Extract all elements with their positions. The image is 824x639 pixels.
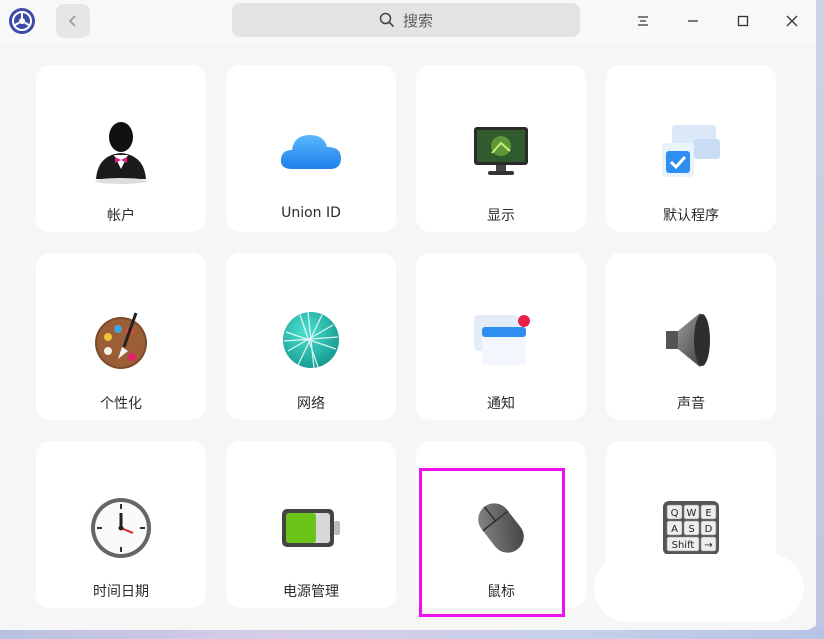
titlebar: 搜索 [0, 0, 816, 44]
search-placeholder: 搜索 [402, 11, 433, 30]
module-label: 通知 [487, 396, 515, 412]
palette-icon [95, 312, 147, 369]
module-power[interactable]: 电源管理 [226, 441, 396, 608]
obscuring-overlay [594, 554, 804, 622]
module-label: 网络 [297, 396, 325, 412]
desktop-background-right [816, 0, 824, 639]
cloud-icon [280, 135, 341, 169]
module-default-apps[interactable]: 默认程序 [606, 65, 776, 232]
module-label: 声音 [677, 396, 705, 412]
notification-icon [474, 315, 530, 365]
network-globe-icon [283, 311, 339, 369]
control-center-window: 搜索 帐户 Union ID 显示 默认程序 个性化 网络 通知 声音 时间日期… [0, 0, 816, 630]
back-button[interactable] [56, 4, 90, 38]
key-a: A [671, 524, 678, 535]
mouse-icon [478, 503, 524, 553]
app-logo-icon [9, 8, 35, 34]
module-label: 帐户 [107, 208, 135, 224]
module-label: 时间日期 [93, 584, 149, 600]
key-w: W [687, 508, 697, 519]
module-mouse[interactable]: 鼠标 [416, 441, 586, 608]
maximize-icon [737, 15, 749, 27]
menu-button[interactable] [626, 4, 660, 38]
key-s: S [688, 524, 694, 535]
chevron-left-icon [68, 15, 76, 27]
minimize-icon [688, 20, 698, 22]
search-input[interactable]: 搜索 [232, 3, 580, 37]
module-sound[interactable]: 声音 [606, 253, 776, 420]
module-datetime[interactable]: 时间日期 [36, 441, 206, 608]
module-label: 鼠标 [487, 584, 515, 600]
module-label: 电源管理 [283, 584, 339, 600]
module-label: Union ID [281, 205, 341, 221]
module-label: 默认程序 [663, 208, 719, 224]
module-label: 个性化 [100, 396, 142, 412]
close-button[interactable] [775, 4, 809, 38]
search-icon [379, 12, 395, 28]
display-icon [474, 127, 528, 175]
module-label: 显示 [487, 208, 515, 224]
clock-icon [91, 498, 151, 558]
battery-icon [282, 509, 340, 547]
module-display[interactable]: 显示 [416, 65, 586, 232]
menu-icon [638, 16, 648, 26]
maximize-button[interactable] [726, 4, 760, 38]
key-d: D [705, 524, 713, 535]
key-q: Q [671, 508, 679, 519]
key-shift: Shift [672, 540, 695, 551]
module-notification[interactable]: 通知 [416, 253, 586, 420]
module-account[interactable]: 帐户 [36, 65, 206, 232]
account-icon [95, 122, 147, 184]
module-personalization[interactable]: 个性化 [36, 253, 206, 420]
module-union-id[interactable]: Union ID [226, 65, 396, 232]
key-e: E [705, 508, 711, 519]
key-arrow-right: → [704, 540, 712, 551]
module-network[interactable]: 网络 [226, 253, 396, 420]
close-icon [786, 15, 798, 27]
minimize-button[interactable] [676, 4, 710, 38]
default-apps-icon [662, 125, 720, 177]
keyboard-icon: Q W E A S D Shift → [663, 501, 719, 555]
speaker-icon [666, 313, 710, 367]
